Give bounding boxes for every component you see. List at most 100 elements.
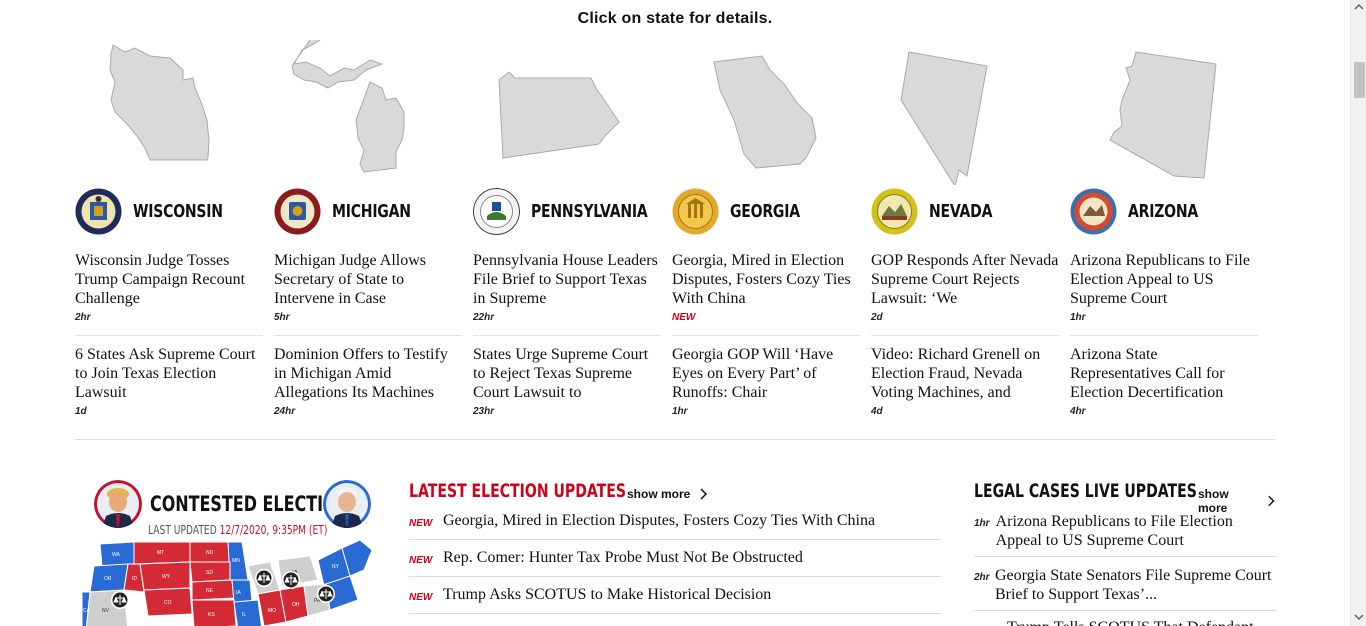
state-story[interactable]: Michigan Judge Allows Secretary of State… bbox=[274, 251, 462, 323]
story-title[interactable]: States Urge Supreme Court to Reject Texa… bbox=[473, 345, 661, 402]
chevron-right-icon bbox=[700, 488, 708, 500]
story-time: 4d bbox=[871, 406, 883, 417]
state-story[interactable]: Arizona Republicans to File Election App… bbox=[1070, 251, 1258, 323]
story-title[interactable]: Pennsylvania House Leaders File Brief to… bbox=[473, 251, 661, 308]
story-title[interactable]: Georgia, Mired in Election Disputes, Fos… bbox=[672, 251, 860, 308]
state-story[interactable]: Wisconsin Judge Tosses Trump Campaign Re… bbox=[75, 251, 263, 323]
state-story[interactable]: Georgia, Mired in Election Disputes, Fos… bbox=[672, 251, 860, 323]
scroll-down-icon[interactable] bbox=[1354, 612, 1364, 622]
story-time: 5hr bbox=[274, 312, 290, 323]
scrollbar-thumb[interactable] bbox=[1354, 62, 1365, 98]
state-header[interactable]: GEORGIA bbox=[672, 186, 860, 236]
latest-show-more-link[interactable]: show more bbox=[627, 487, 709, 501]
state-header[interactable]: ARIZONA bbox=[1070, 186, 1258, 236]
legal-row[interactable]: Trump Tells SCOTUS That Defendant bbox=[974, 618, 1276, 626]
legal-time: 2hr bbox=[974, 572, 990, 583]
legal-row[interactable]: 2hr Georgia State Senators File Supreme … bbox=[974, 566, 1276, 611]
gavel-icon bbox=[282, 571, 300, 589]
divider bbox=[1070, 335, 1258, 336]
state-story[interactable]: 6 States Ask Supreme Court to Join Texas… bbox=[75, 345, 263, 417]
map-state-label: IL bbox=[242, 612, 246, 618]
story-time: 24hr bbox=[274, 406, 296, 417]
story-title[interactable]: Dominion Offers to Testify in Michigan A… bbox=[274, 345, 462, 402]
map-state-label: MN bbox=[232, 558, 240, 564]
wisconsin-seal-icon bbox=[75, 188, 122, 234]
contested-election-widget[interactable]: CONTESTED ELECTION LAST UPDATED 12/7/202… bbox=[82, 478, 382, 626]
updated-label: LAST UPDATED bbox=[148, 523, 217, 537]
update-row[interactable]: NEW Rep. Comer: Hunter Tax Probe Must No… bbox=[409, 540, 941, 577]
story-title[interactable]: Georgia GOP Will ‘Have Eyes on Every Par… bbox=[672, 345, 860, 402]
state-story[interactable]: Video: Richard Grenell on Election Fraud… bbox=[871, 345, 1059, 417]
legal-cases-live-updates: LEGAL CASES LIVE UPDATES show more 1hr A… bbox=[974, 480, 1276, 626]
update-row[interactable]: NEW Georgia, Mired in Election Disputes,… bbox=[409, 503, 941, 540]
story-time: 1d bbox=[75, 406, 87, 417]
story-time: 1hr bbox=[1070, 312, 1086, 323]
story-title[interactable]: Video: Richard Grenell on Election Fraud… bbox=[871, 345, 1059, 402]
last-updated: LAST UPDATED 12/7/2020, 9:35PM (ET) bbox=[148, 523, 327, 537]
legal-title[interactable]: Trump Tells SCOTUS That Defendant bbox=[1007, 618, 1254, 626]
update-row[interactable]: NEW Trump Asks SCOTUS to Make Historical… bbox=[409, 577, 941, 614]
map-state-label: NY bbox=[332, 564, 340, 570]
state-story[interactable]: GOP Responds After Nevada Supreme Court … bbox=[871, 251, 1059, 323]
show-more-label: show more bbox=[627, 487, 691, 501]
click-hint: Click on state for details. bbox=[577, 10, 773, 27]
chevron-right-icon bbox=[1267, 495, 1275, 507]
story-title[interactable]: GOP Responds After Nevada Supreme Court … bbox=[871, 251, 1059, 308]
legal-time: 1hr bbox=[974, 518, 990, 529]
state-header[interactable]: NEVADA bbox=[871, 186, 1059, 236]
divider bbox=[871, 335, 1059, 336]
georgia-map[interactable] bbox=[672, 40, 860, 185]
state-story[interactable]: Georgia GOP Will ‘Have Eyes on Every Par… bbox=[672, 345, 860, 417]
legal-show-more-link[interactable]: show more bbox=[1198, 487, 1276, 515]
story-time: 1hr bbox=[672, 406, 688, 417]
state-name: PENNSYLVANIA bbox=[531, 200, 648, 222]
state-header[interactable]: PENNSYLVANIA bbox=[473, 186, 661, 236]
state-story[interactable]: Arizona State Representatives Call for E… bbox=[1070, 345, 1258, 417]
pennsylvania-map[interactable] bbox=[473, 40, 661, 185]
map-state-label: MO bbox=[268, 608, 276, 614]
pennsylvania-seal-icon bbox=[473, 187, 520, 235]
legal-title[interactable]: Georgia State Senators File Supreme Cour… bbox=[995, 566, 1276, 610]
state-story[interactable]: Dominion Offers to Testify in Michigan A… bbox=[274, 345, 462, 417]
state-header[interactable]: MICHIGAN bbox=[274, 186, 462, 236]
nevada-map[interactable] bbox=[871, 40, 1059, 185]
story-time: 23hr bbox=[473, 406, 495, 417]
vertical-scrollbar[interactable] bbox=[1350, 0, 1366, 626]
latest-updates-title[interactable]: LATEST ELECTION UPDATES bbox=[409, 480, 626, 502]
state-story[interactable]: States Urge Supreme Court to Reject Texa… bbox=[473, 345, 661, 417]
legal-row[interactable]: 1hr Arizona Republicans to File Election… bbox=[974, 512, 1276, 557]
michigan-map[interactable] bbox=[274, 40, 462, 185]
wisconsin-map[interactable] bbox=[75, 40, 263, 185]
story-time: 4hr bbox=[1070, 406, 1086, 417]
new-badge: NEW bbox=[409, 518, 433, 529]
story-title[interactable]: Wisconsin Judge Tosses Trump Campaign Re… bbox=[75, 251, 263, 308]
story-title[interactable]: Arizona State Representatives Call for E… bbox=[1070, 345, 1258, 402]
legal-updates-title[interactable]: LEGAL CASES LIVE UPDATES bbox=[974, 480, 1197, 502]
state-name: WISCONSIN bbox=[133, 200, 223, 222]
update-title[interactable]: Rep. Comer: Hunter Tax Probe Must Not Be… bbox=[443, 549, 803, 567]
state-story[interactable]: Pennsylvania House Leaders File Brief to… bbox=[473, 251, 661, 323]
legal-title[interactable]: Arizona Republicans to File Election App… bbox=[996, 512, 1276, 556]
map-state-label: OH bbox=[292, 602, 300, 608]
map-state-label: KS bbox=[208, 612, 215, 618]
arizona-map[interactable] bbox=[1070, 40, 1258, 185]
state-name: NEVADA bbox=[929, 200, 993, 222]
arizona-seal-icon bbox=[1070, 188, 1117, 234]
legal-time bbox=[974, 618, 1007, 626]
us-election-map[interactable]: WA MT ND MN WI MI OR ID SD IA NY NV WY N… bbox=[82, 540, 382, 626]
story-time: 2hr bbox=[75, 312, 91, 323]
story-title[interactable]: Michigan Judge Allows Secretary of State… bbox=[274, 251, 462, 308]
update-title[interactable]: Trump Asks SCOTUS to Make Historical Dec… bbox=[443, 586, 771, 604]
map-state-label: CA bbox=[83, 608, 91, 614]
map-state-label: NV bbox=[102, 608, 110, 614]
state-header[interactable]: WISCONSIN bbox=[75, 186, 263, 236]
story-title[interactable]: Arizona Republicans to File Election App… bbox=[1070, 251, 1258, 308]
biden-avatar bbox=[323, 480, 371, 528]
story-title[interactable]: 6 States Ask Supreme Court to Join Texas… bbox=[75, 345, 263, 402]
state-name: ARIZONA bbox=[1128, 200, 1199, 222]
update-title[interactable]: Georgia, Mired in Election Disputes, Fos… bbox=[443, 512, 875, 530]
divider bbox=[274, 335, 462, 336]
state-name: GEORGIA bbox=[730, 200, 800, 222]
scroll-up-icon[interactable] bbox=[1354, 2, 1364, 12]
contested-title: CONTESTED ELECTION bbox=[150, 492, 350, 516]
